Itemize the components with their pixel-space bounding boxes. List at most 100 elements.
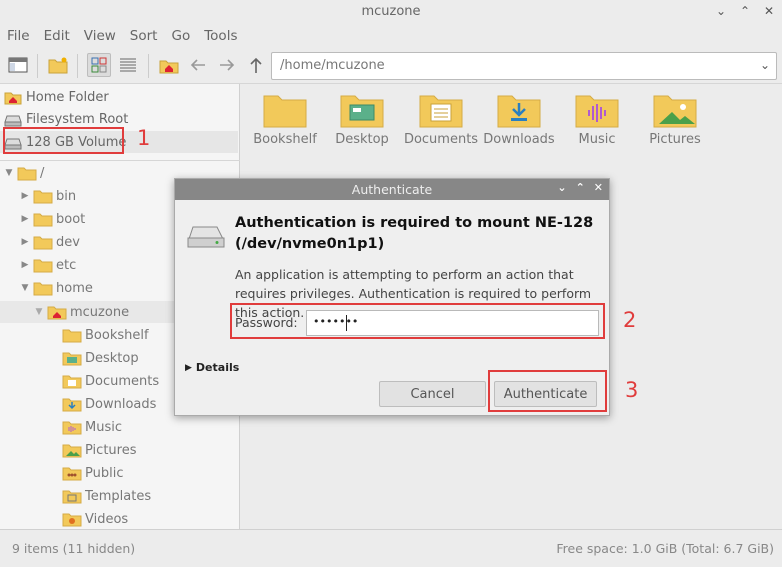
list-view-icon (120, 58, 136, 72)
music-folder-icon (62, 421, 82, 435)
arrow-up-icon (250, 57, 262, 73)
pictures-folder-icon (62, 444, 82, 458)
menu-file[interactable]: File (7, 28, 30, 44)
details-label: Details (195, 361, 240, 374)
desktop-folder-icon (62, 352, 82, 366)
file-item-desktop[interactable]: Desktop (322, 92, 402, 147)
chevron-right-icon[interactable]: ▶ (20, 237, 30, 247)
tree-label: Downloads (85, 396, 157, 412)
tree-item-root[interactable]: ▼ / (4, 162, 44, 184)
window-controls: ⌄ ⌃ ✕ (714, 4, 776, 18)
file-item-downloads[interactable]: Downloads (479, 92, 559, 147)
folder-icon (33, 236, 53, 250)
dialog-close-icon[interactable]: ✕ (594, 181, 603, 194)
password-field[interactable]: ••••••• (306, 310, 599, 336)
authenticate-dialog: Authenticate ⌄ ⌃ ✕ Authentication is req… (174, 178, 610, 416)
password-value: ••••••• (313, 315, 359, 328)
menu-view[interactable]: View (84, 28, 116, 44)
new-window-button[interactable] (6, 53, 30, 77)
tree-item-downloads[interactable]: Downloads (62, 393, 156, 415)
maximize-icon[interactable]: ⌃ (738, 4, 752, 18)
path-input[interactable] (280, 58, 740, 73)
forward-button[interactable] (215, 53, 239, 77)
chevron-right-icon[interactable]: ▶ (20, 191, 30, 201)
tree-item-desktop[interactable]: Desktop (62, 347, 139, 369)
chevron-down-icon[interactable]: ▼ (4, 168, 14, 178)
chevron-down-icon[interactable]: ▼ (20, 283, 30, 293)
authenticate-button[interactable]: Authenticate (494, 381, 597, 407)
tree-item-etc[interactable]: ▶ etc (20, 254, 76, 276)
tree-item-bookshelf[interactable]: Bookshelf (62, 324, 149, 346)
annotation-number-2: 2 (623, 308, 637, 332)
window-title: mcuzone (361, 4, 421, 19)
password-label: Password: (235, 315, 298, 330)
status-free-space: Free space: 1.0 GiB (Total: 6.7 GiB) (556, 541, 774, 556)
tree-item-templates[interactable]: Templates (62, 485, 151, 507)
home-button[interactable] (157, 53, 181, 77)
cancel-button[interactable]: Cancel (379, 381, 486, 407)
drive-icon (187, 226, 225, 248)
path-bar[interactable]: ⌄ (271, 52, 777, 80)
tree-item-bin[interactable]: ▶ bin (20, 185, 76, 207)
icon-view-button[interactable] (87, 53, 111, 77)
music-folder-icon (575, 95, 619, 128)
downloads-folder-icon (62, 398, 82, 412)
chevron-right-icon[interactable]: ▶ (20, 214, 30, 224)
file-label: Music (578, 132, 616, 147)
details-expander[interactable]: ▶ Details (185, 361, 239, 374)
documents-folder-icon (419, 95, 463, 128)
tree-label: / (40, 165, 45, 181)
close-icon[interactable]: ✕ (762, 4, 776, 18)
file-item-pictures[interactable]: Pictures (635, 92, 715, 147)
bookshelf-folder-icon (62, 329, 82, 343)
home-icon (159, 60, 179, 74)
folder-icon (33, 190, 53, 204)
dialog-titlebar: Authenticate ⌄ ⌃ ✕ (175, 179, 609, 200)
file-item-bookshelf[interactable]: Bookshelf (245, 92, 325, 147)
tree-item-pictures[interactable]: Pictures (62, 439, 136, 461)
list-view-button[interactable] (116, 53, 140, 77)
tree-item-documents[interactable]: Documents (62, 370, 159, 392)
place-128gb-volume[interactable]: 128 GB Volume (0, 131, 238, 153)
folder-icon (17, 167, 37, 181)
menu-go[interactable]: Go (171, 28, 190, 44)
chevron-down-icon[interactable]: ▼ (34, 307, 44, 317)
file-item-documents[interactable]: Documents (401, 92, 481, 147)
tree-label: home (56, 280, 93, 296)
tree-label: Pictures (85, 442, 137, 458)
place-label: 128 GB Volume (26, 134, 127, 150)
place-filesystem-root[interactable]: Filesystem Root (0, 108, 238, 130)
downloads-folder-icon (497, 95, 541, 128)
bookshelf-folder-icon (263, 95, 307, 128)
new-folder-button[interactable] (46, 53, 70, 77)
menu-edit[interactable]: Edit (44, 28, 70, 44)
place-home-folder[interactable]: Home Folder (0, 86, 238, 108)
tree-label: Desktop (85, 350, 139, 366)
tree-item-music[interactable]: Music (62, 416, 122, 438)
chevron-down-icon[interactable]: ⌄ (760, 58, 770, 72)
window-titlebar: mcuzone ⌄ ⌃ ✕ (0, 0, 782, 24)
back-button[interactable] (186, 53, 210, 77)
menu-tools[interactable]: Tools (204, 28, 237, 44)
minimize-icon[interactable]: ⌄ (714, 4, 728, 18)
pictures-folder-icon (653, 95, 697, 128)
tree-item-dev[interactable]: ▶ dev (20, 231, 80, 253)
folder-icon (33, 282, 53, 296)
home-folder-icon (47, 306, 67, 320)
tree-label: Videos (85, 511, 129, 527)
up-button[interactable] (244, 53, 268, 77)
file-item-music[interactable]: Music (557, 92, 637, 147)
menubar: File Edit View Sort Go Tools (0, 24, 782, 48)
dialog-minimize-icon[interactable]: ⌄ (557, 181, 566, 194)
dialog-maximize-icon[interactable]: ⌃ (576, 181, 585, 194)
menu-sort[interactable]: Sort (130, 28, 158, 44)
videos-folder-icon (62, 513, 82, 527)
window-icon (8, 57, 28, 73)
tree-label: Documents (85, 373, 160, 389)
chevron-right-icon[interactable]: ▶ (20, 260, 30, 270)
tree-item-videos[interactable]: Videos (62, 508, 128, 530)
tree-item-public[interactable]: Public (62, 462, 123, 484)
tree-item-home[interactable]: ▼ home (20, 277, 93, 299)
place-label: Filesystem Root (26, 111, 129, 127)
tree-item-boot[interactable]: ▶ boot (20, 208, 85, 230)
